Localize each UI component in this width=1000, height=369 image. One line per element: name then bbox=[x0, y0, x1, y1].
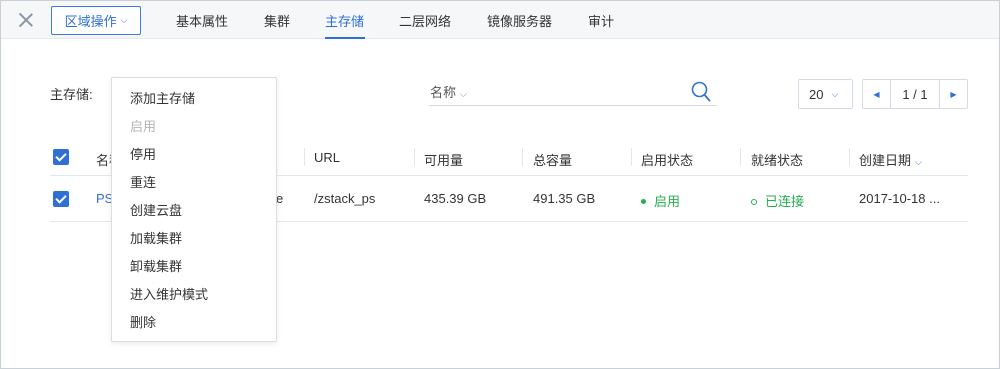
row-status-badge: 已连接 bbox=[751, 191, 804, 210]
region-actions-label: 区域操作 bbox=[64, 14, 117, 29]
column-divider bbox=[522, 148, 523, 166]
search-key-label: 名称 bbox=[430, 85, 457, 100]
next-page-button[interactable]: ▶ bbox=[939, 80, 967, 108]
search-field: 名称 ⌵ bbox=[429, 75, 717, 106]
column-header-created-label: 创建日期 bbox=[859, 153, 912, 168]
close-icon[interactable] bbox=[15, 9, 37, 31]
tab-cluster[interactable]: 集群 bbox=[264, 11, 290, 30]
menu-item-attach-cluster[interactable]: 加载集群 bbox=[112, 227, 276, 251]
row-created-date: 2017-10-18 ... bbox=[859, 191, 940, 206]
row-url: /zstack_ps bbox=[314, 191, 376, 206]
search-key-select[interactable]: 名称 ⌵ bbox=[430, 82, 467, 101]
column-header-created[interactable]: 创建日期 ⌵ bbox=[859, 150, 922, 169]
active-tab-indicator bbox=[325, 37, 365, 39]
chevron-down-icon: ⌵ bbox=[120, 15, 128, 25]
row-state-label: 启用 bbox=[654, 194, 681, 209]
menu-item-delete[interactable]: 删除 bbox=[112, 311, 276, 335]
column-header-status[interactable]: 就绪状态 bbox=[751, 150, 803, 169]
row-checkbox[interactable] bbox=[53, 191, 69, 207]
column-header-url[interactable]: URL bbox=[314, 150, 340, 165]
region-actions-button[interactable]: 区域操作 ⌵ bbox=[51, 6, 141, 35]
select-all-checkbox[interactable] bbox=[53, 149, 69, 165]
row-state-badge: 启用 bbox=[641, 191, 680, 210]
prev-page-button[interactable]: ◀ bbox=[863, 80, 891, 108]
tab-basic-properties[interactable]: 基本属性 bbox=[176, 11, 228, 30]
primary-storage-label: 主存储: bbox=[50, 87, 93, 102]
search-input[interactable] bbox=[489, 79, 679, 101]
row-type-text: e bbox=[276, 191, 284, 206]
tab-l2-network[interactable]: 二层网络 bbox=[399, 11, 451, 30]
column-header-total[interactable]: 总容量 bbox=[533, 150, 572, 169]
chevron-down-icon: ⌵ bbox=[831, 88, 839, 99]
column-divider bbox=[414, 148, 415, 166]
menu-item-reconnect[interactable]: 重连 bbox=[112, 171, 276, 195]
page-size-select[interactable]: 20 ⌵ bbox=[798, 79, 853, 109]
menu-item-enable: 启用 bbox=[130, 119, 157, 134]
connected-ring-icon bbox=[751, 199, 757, 205]
search-icon[interactable] bbox=[691, 81, 711, 103]
column-header-state[interactable]: 启用状态 bbox=[641, 150, 693, 169]
tab-audit[interactable]: 审计 bbox=[588, 11, 614, 30]
row-available: 435.39 GB bbox=[424, 191, 487, 206]
page-indicator: 1 / 1 bbox=[902, 87, 928, 102]
column-header-available[interactable]: 可用量 bbox=[424, 150, 463, 169]
menu-item-create-volume[interactable]: 创建云盘 bbox=[112, 199, 276, 223]
region-actions-menu: 添加主存储 启用 停用 重连 创建云盘 加载集群 卸载集群 进入维护模式 删除 bbox=[111, 77, 277, 342]
menu-item-maintenance-mode[interactable]: 进入维护模式 bbox=[112, 283, 276, 307]
chevron-down-icon: ⌵ bbox=[915, 157, 922, 167]
menu-item-disable[interactable]: 停用 bbox=[112, 143, 276, 167]
tab-primary-storage[interactable]: 主存储 bbox=[325, 11, 364, 30]
page-size-value: 20 bbox=[809, 86, 824, 102]
column-divider bbox=[304, 148, 305, 166]
menu-item-add-primary-storage[interactable]: 添加主存储 bbox=[112, 87, 276, 111]
chevron-down-icon: ⌵ bbox=[460, 89, 467, 99]
pagination: ◀ 1 / 1 ▶ bbox=[862, 79, 968, 109]
tab-backup-storage[interactable]: 镜像服务器 bbox=[487, 11, 552, 30]
column-divider bbox=[849, 148, 850, 166]
menu-item-detach-cluster[interactable]: 卸载集群 bbox=[112, 255, 276, 279]
row-total: 491.35 GB bbox=[533, 191, 596, 206]
column-divider bbox=[631, 148, 632, 166]
top-bar: 区域操作 ⌵ 基本属性 集群 主存储 二层网络 镜像服务器 审计 bbox=[1, 1, 999, 39]
chevron-left-icon: ◀ bbox=[873, 89, 880, 99]
chevron-right-icon: ▶ bbox=[950, 89, 957, 99]
enabled-dot-icon bbox=[641, 199, 646, 204]
column-divider bbox=[740, 148, 741, 166]
row-status-label: 已连接 bbox=[765, 194, 805, 209]
